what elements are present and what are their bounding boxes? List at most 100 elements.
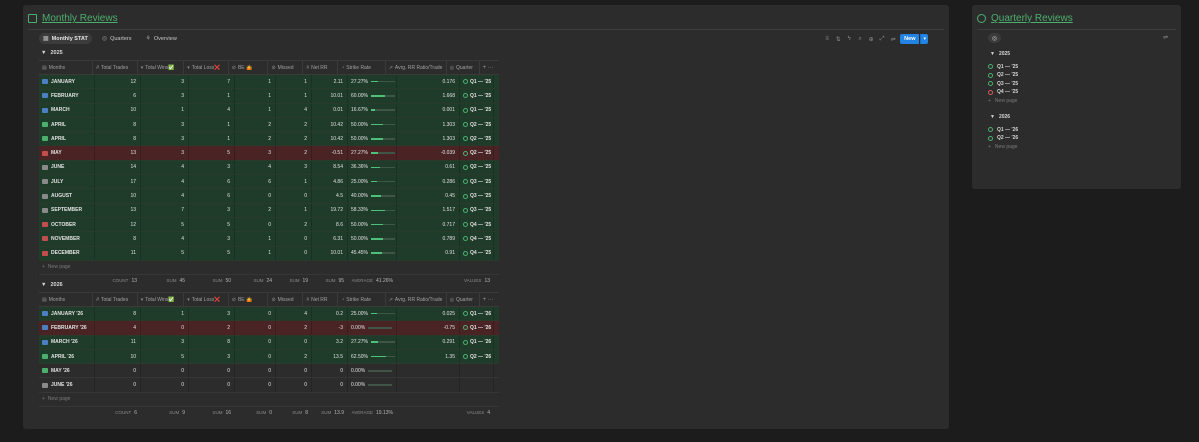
new-page-row[interactable]: + New page (39, 261, 499, 275)
footer-calculation[interactable]: VALUES 4 (460, 410, 494, 416)
column-header[interactable]: ▾ Total Loss❌ (184, 61, 229, 74)
table-row[interactable]: JULY 17 4 6 6 1 4.86 25.00% 0.286 Q3 — '25 (39, 175, 499, 190)
tab-overview[interactable]: ⚘ Overview (141, 33, 180, 44)
year-group-2026[interactable]: ▼ 2026 (41, 282, 63, 288)
column-header[interactable]: ▤ Months (39, 61, 94, 74)
column-header[interactable]: # Net RR (303, 61, 339, 74)
column-header[interactable]: # Net RR (303, 293, 339, 306)
column-header[interactable]: ▾ Total Wins✅ (138, 61, 185, 74)
month-name-cell[interactable]: APRIL (39, 117, 95, 132)
zoom-icon[interactable]: ⊕ (867, 36, 875, 43)
month-name-cell[interactable]: JANUARY (39, 75, 95, 89)
quarter-relation-cell[interactable]: Q1 — '25 (460, 75, 494, 89)
filter-icon[interactable]: ≡ (823, 36, 831, 42)
table-row[interactable]: FEBRUARY 6 3 1 1 1 10.01 60.00% 1.668 Q1 — '25 (39, 89, 499, 104)
table-row[interactable]: MAY '26 0 0 0 0 0 0 0.00% (39, 364, 499, 379)
quarter-relation-cell[interactable]: Q1 — '25 (460, 89, 494, 103)
sort-icon[interactable]: ⇅ (834, 36, 842, 43)
new-page-row[interactable]: + New page (988, 97, 1018, 106)
column-header[interactable]: ◎ Quarter (447, 293, 480, 306)
footer-calculation[interactable]: COUNT 6 (39, 410, 141, 416)
table-row[interactable]: MARCH '26 11 3 8 0 0 3.2 27.27% 0.291 Q1 — '26 (39, 335, 499, 350)
table-row[interactable]: FEBRUARY '26 4 0 2 0 2 -3 0.00% -0.75 Q1 — '26 (39, 321, 499, 336)
quarter-relation-cell[interactable]: Q3 — '25 (460, 189, 494, 203)
table-row[interactable]: APRIL 8 3 1 2 2 10.42 50.00% 1.303 Q2 — '25 (39, 132, 499, 147)
quarter-relation-cell[interactable]: Q2 — '25 (460, 117, 494, 132)
quarter-relation-cell[interactable]: Q4 — '25 (460, 217, 494, 232)
column-header[interactable]: ⊘ Missed (268, 61, 304, 74)
table-row[interactable]: APRIL 8 3 1 2 2 10.42 50.00% 1.303 Q2 — '25 (39, 117, 499, 133)
footer-calculation[interactable]: SUM 0 (235, 410, 276, 416)
quarter-relation-cell[interactable]: Q2 — '25 (460, 160, 494, 175)
quarter-relation-cell[interactable]: Q3 — '25 (460, 203, 494, 217)
view-icon[interactable]: ◎ (988, 33, 1001, 43)
quarter-relation-cell[interactable]: Q1 — '26 (460, 307, 494, 321)
month-name-cell[interactable]: MARCH (39, 103, 95, 117)
column-header[interactable]: ⊘ BE 🤷 (229, 293, 269, 306)
quarter-item[interactable]: Q2 — '25 (988, 71, 1018, 80)
month-name-cell[interactable]: OCTOBER (39, 217, 95, 232)
month-name-cell[interactable]: JANUARY '26 (39, 307, 95, 321)
quarter-relation-cell[interactable]: Q4 — '25 (460, 232, 494, 246)
settings-icon[interactable]: ⇌ (889, 36, 897, 43)
footer-calculation[interactable]: SUM 16 (189, 410, 235, 416)
footer-calculation[interactable]: SUM 13.9 (312, 410, 348, 416)
column-header[interactable]: ▾ Total Wins✅ (138, 293, 185, 306)
automation-icon[interactable]: ϟ (845, 36, 853, 42)
quarter-relation-cell[interactable]: Q2 — '26 (460, 349, 494, 364)
month-name-cell[interactable]: MAY (39, 146, 95, 160)
month-name-cell[interactable]: FEBRUARY '26 (39, 321, 95, 335)
year-group-2025[interactable]: ▼ 2025 (41, 50, 63, 56)
table-row[interactable]: JANUARY 12 3 7 1 1 2.11 27.27% 0.176 Q1 — '25 (39, 75, 499, 90)
quarter-relation-cell[interactable]: Q2 — '25 (460, 146, 494, 160)
footer-calculation[interactable]: SUM 95 (312, 278, 348, 284)
quarter-relation-cell[interactable]: Q1 — '25 (460, 103, 494, 117)
column-header[interactable]: ▤ Months (39, 293, 94, 306)
month-name-cell[interactable]: JUNE (39, 160, 95, 175)
column-header[interactable]: ⊘ BE 🤷 (229, 61, 269, 74)
footer-calculation[interactable]: VALUES 13 (460, 278, 494, 284)
table-row[interactable]: JANUARY '26 8 1 3 0 4 0.2 25.00% 0.025 Q1 — '26 (39, 307, 499, 322)
column-header[interactable]: # Total Trades (93, 293, 138, 306)
year-group-2026[interactable]: ▼ 2026 (990, 113, 1018, 122)
quarter-item[interactable]: Q4 — '25 (988, 88, 1018, 97)
quarter-item[interactable]: Q2 — '26 (988, 134, 1018, 143)
footer-calculation[interactable]: SUM 50 (189, 278, 235, 284)
quarter-relation-cell[interactable] (460, 364, 494, 378)
quarter-relation-cell[interactable] (460, 378, 494, 392)
quarter-relation-cell[interactable]: Q4 — '25 (460, 246, 494, 260)
column-header[interactable]: ⊘ Missed (268, 293, 304, 306)
quarter-item[interactable]: Q1 — '26 (988, 126, 1018, 135)
table-row[interactable]: DECEMBER 11 5 5 1 0 10.01 45.45% 0.91 Q4 — '25 (39, 246, 499, 261)
footer-calculation[interactable]: SUM 19 (276, 278, 312, 284)
new-page-row[interactable]: + New page (988, 143, 1018, 152)
table-row[interactable]: AUGUST 10 4 6 0 0 4.5 40.00% 0.45 Q3 — '25 (39, 189, 499, 204)
table-row[interactable]: JUNE '26 0 0 0 0 0 0 0.00% (39, 378, 499, 393)
tab-quarters[interactable]: ◎ Quarters (98, 33, 136, 44)
month-name-cell[interactable]: DECEMBER (39, 246, 95, 260)
quarter-relation-cell[interactable]: Q1 — '26 (460, 335, 494, 349)
footer-calculation[interactable]: AVERAGE 19.13% (348, 410, 397, 416)
month-name-cell[interactable]: JULY (39, 175, 95, 189)
footer-calculation[interactable]: SUM 8 (276, 410, 312, 416)
table-row[interactable]: SEPTEMBER 13 7 3 2 1 19.72 58.33% 1.517 Q3 — '25 (39, 203, 499, 218)
quarter-relation-cell[interactable]: Q3 — '25 (460, 175, 494, 189)
chevron-down-icon[interactable]: ▾ (920, 34, 928, 44)
column-header[interactable]: ◎ Quarter (447, 61, 480, 74)
column-header[interactable]: ◔ Strike Rate (338, 293, 386, 306)
footer-calculation[interactable]: AVERAGE 41.26% (348, 278, 397, 284)
table-row[interactable]: NOVEMBER 8 4 3 1 0 6.31 50.00% 0.789 Q4 — '25 (39, 232, 499, 247)
quarter-item[interactable]: Q1 — '25 (988, 63, 1018, 72)
column-header[interactable]: ▾ Total Loss❌ (184, 293, 229, 306)
quarter-relation-cell[interactable]: Q1 — '26 (460, 321, 494, 335)
add-column-icon[interactable]: + ··· (480, 293, 499, 306)
table-row[interactable]: MARCH 10 1 4 1 4 0.01 16.67% 0.001 Q1 — '25 (39, 103, 499, 118)
column-header[interactable]: ⇗ Avrg. RR Ratio/Trade (386, 293, 447, 306)
monthly-reviews-title[interactable]: Monthly Reviews (28, 13, 118, 24)
month-name-cell[interactable]: APRIL (39, 132, 95, 146)
month-name-cell[interactable]: APRIL '26 (39, 349, 95, 364)
quarter-item[interactable]: Q3 — '25 (988, 80, 1018, 89)
month-name-cell[interactable]: MARCH '26 (39, 335, 95, 349)
table-row[interactable]: MAY 13 3 5 3 2 -0.51 27.27% -0.039 Q2 — '25 (39, 146, 499, 161)
footer-calculation[interactable]: SUM 24 (235, 278, 276, 284)
